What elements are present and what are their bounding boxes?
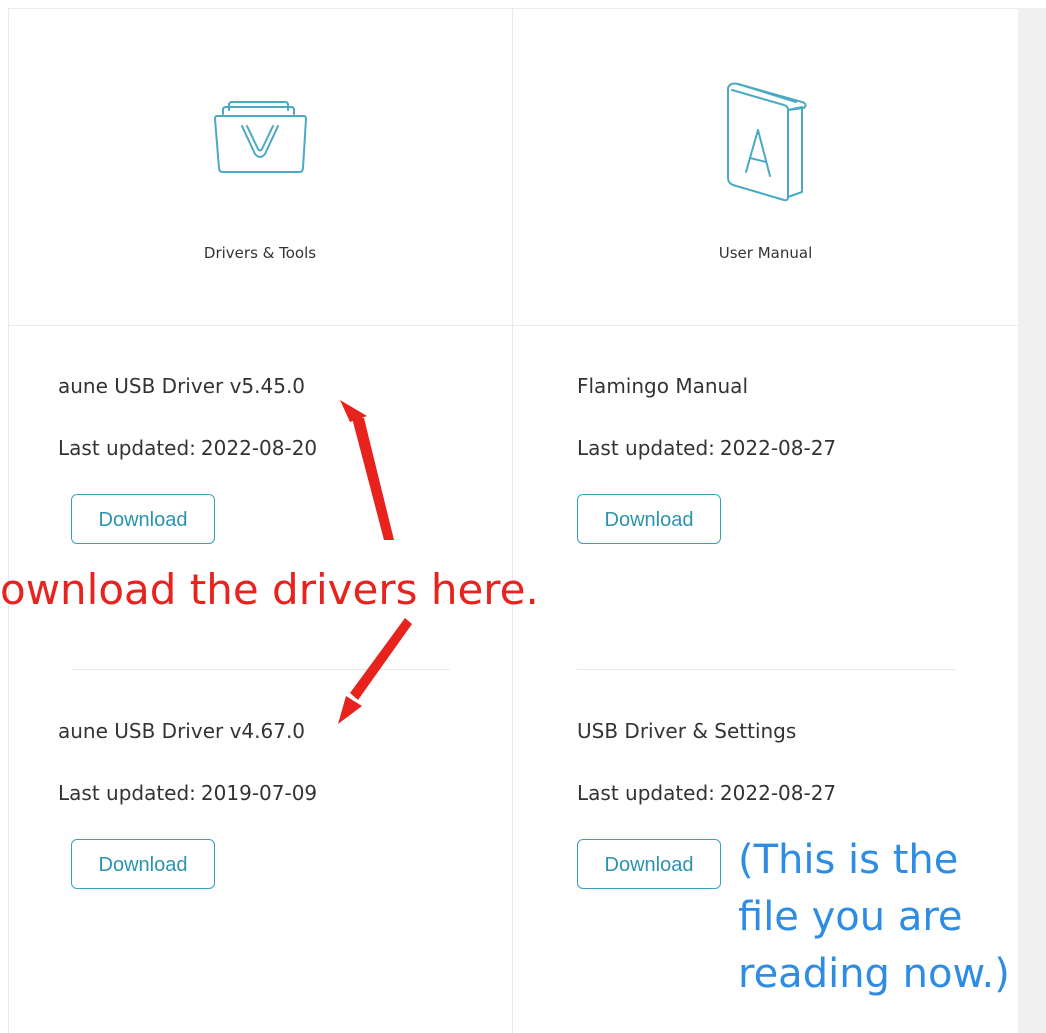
list-item-driver-v4: aune USB Driver v4.67.0 Last updated: 201… <box>58 719 458 969</box>
annotation-blue-line: (This is the <box>738 837 959 883</box>
last-updated: Last updated: 2022-08-20 <box>58 436 317 460</box>
list-item-flamingo-manual: Flamingo Manual Last updated: 2022-08-27 … <box>577 374 977 624</box>
file-title: Flamingo Manual <box>577 374 748 398</box>
item-separator <box>72 669 450 670</box>
annotation-blue-line: file you are <box>738 894 963 940</box>
last-updated-label: Last updated: <box>577 781 715 805</box>
annotation-blue-text: (This is the file you are reading now.) <box>738 832 1038 1003</box>
last-updated: Last updated: 2022-08-27 <box>577 436 836 460</box>
file-title: aune USB Driver v4.67.0 <box>58 719 306 743</box>
annotation-blue-line: reading now.) <box>738 951 1010 997</box>
last-updated-label: Last updated: <box>58 436 196 460</box>
last-updated: Last updated: 2019-07-09 <box>58 781 317 805</box>
annotation-red-text: ownload the drivers here. <box>0 565 539 614</box>
last-updated-date: 2022-08-27 <box>719 781 837 805</box>
book-manual-icon <box>513 80 1018 204</box>
category-drivers-tools[interactable]: Drivers & Tools <box>8 8 512 325</box>
last-updated-date: 2019-07-09 <box>200 781 318 805</box>
file-title: USB Driver & Settings <box>577 719 797 743</box>
download-button[interactable]: Download <box>71 839 215 889</box>
last-updated-label: Last updated: <box>58 781 196 805</box>
category-user-manual[interactable]: User Manual <box>513 8 1018 325</box>
category-label: User Manual <box>718 244 813 262</box>
item-separator <box>577 669 955 670</box>
last-updated: Last updated: 2022-08-27 <box>577 781 836 805</box>
category-label: Drivers & Tools <box>203 244 317 262</box>
download-button[interactable]: Download <box>577 839 721 889</box>
last-updated-date: 2022-08-27 <box>719 436 837 460</box>
download-button[interactable]: Download <box>71 494 215 544</box>
folder-download-icon <box>8 94 512 184</box>
file-title: aune USB Driver v5.45.0 <box>58 374 306 398</box>
last-updated-label: Last updated: <box>577 436 715 460</box>
header-divider <box>8 325 1018 326</box>
last-updated-date: 2022-08-20 <box>200 436 318 460</box>
download-button[interactable]: Download <box>577 494 721 544</box>
arrow-down-annotation <box>338 618 412 724</box>
